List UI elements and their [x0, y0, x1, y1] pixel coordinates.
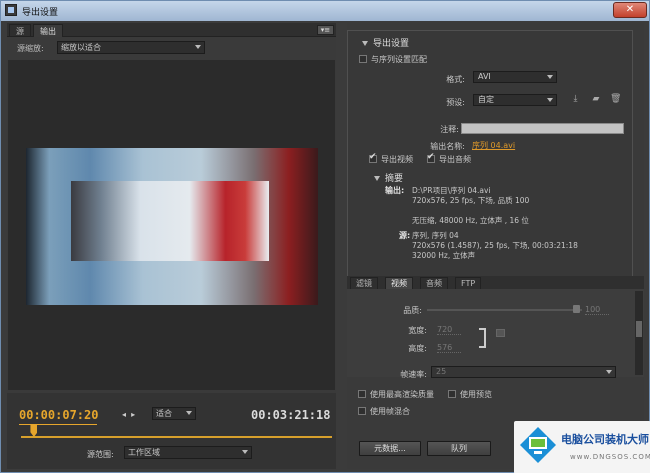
source-range-label: 源范围:	[87, 450, 114, 459]
quality-slider[interactable]	[427, 309, 582, 311]
app-icon	[5, 4, 17, 16]
tab-video[interactable]: 视频	[385, 277, 413, 289]
output-name-label: 输出名称:	[430, 142, 465, 151]
tab-source[interactable]: 源	[9, 24, 31, 37]
current-timecode[interactable]: 00:00:07:20	[19, 408, 98, 422]
tab-output[interactable]: 输出	[33, 24, 63, 37]
delete-preset-icon[interactable]: 🗑	[610, 95, 621, 104]
tab-filters[interactable]: 滤镜	[350, 277, 378, 289]
chevron-down-icon	[606, 370, 612, 374]
export-video-label: 导出视频	[381, 155, 413, 164]
queue-button[interactable]: 队列	[427, 441, 491, 456]
tab-ftp[interactable]: FTP	[455, 277, 482, 289]
video-settings-panel: 品质: 100 宽度: 720 高度: 576 帧速率: 25	[347, 289, 644, 379]
export-settings-box: 导出设置 与序列设置匹配 格式: AVI 预设: 自定 ⤓ ▰ 🗑 注释: 输出…	[347, 30, 633, 290]
preset-dropdown[interactable]: 自定	[473, 94, 557, 106]
comment-label: 注释:	[440, 125, 459, 134]
frame-blend-checkbox[interactable]	[358, 407, 366, 415]
chevron-down-icon	[547, 98, 553, 102]
use-preview-checkbox[interactable]	[448, 390, 456, 398]
summary-source-key: 源:	[399, 231, 411, 240]
left-tab-bar: 源 输出 ▾≡	[7, 23, 336, 37]
timeline-track[interactable]	[21, 436, 332, 438]
export-video-checkbox[interactable]	[369, 152, 377, 163]
source-scale-label: 源缩放:	[17, 44, 44, 53]
summary-title: 摘要	[385, 174, 404, 184]
metadata-button[interactable]: 元数据...	[359, 441, 421, 456]
format-value: AVI	[478, 72, 491, 81]
format-label: 格式:	[446, 75, 465, 84]
settings-scrollbar[interactable]	[635, 291, 643, 375]
in-out-markers[interactable]: ◂ ▸	[122, 410, 135, 419]
summary-header[interactable]: 摘要	[374, 171, 403, 184]
max-render-label: 使用最高渲染质量	[370, 390, 434, 399]
video-preview-area	[8, 60, 335, 390]
frame-blend-label: 使用帧混合	[370, 407, 410, 416]
summary-output-line: 720x576, 25 fps, 下场, 品质 100	[412, 196, 530, 205]
collapse-triangle-icon	[374, 176, 380, 181]
panel-menu-icon[interactable]: ▾≡	[317, 25, 334, 35]
width-value[interactable]: 720	[437, 325, 461, 335]
zoom-fit-dropdown[interactable]: 适合	[152, 407, 196, 420]
framerate-dropdown[interactable]: 25	[431, 366, 616, 378]
preset-value: 自定	[478, 95, 494, 104]
source-scale-dropdown[interactable]: 缩放以适合	[57, 41, 205, 54]
video-frame	[26, 148, 318, 305]
watermark: 电脑公司装机大师 www.DNGSOS.COM	[514, 421, 650, 473]
settings-panel: 导出设置 与序列设置匹配 格式: AVI 预设: 自定 ⤓ ▰ 🗑 注释: 输出…	[347, 23, 644, 469]
width-label: 宽度:	[408, 326, 427, 335]
link-bracket	[479, 328, 486, 348]
export-settings-title: 导出设置	[373, 39, 410, 49]
zoom-fit-value: 适合	[156, 409, 172, 418]
duration-timecode: 00:03:21:18	[251, 408, 331, 422]
close-button[interactable]: ✕	[613, 2, 647, 18]
export-audio-checkbox[interactable]	[427, 152, 435, 163]
chevron-down-icon	[195, 45, 201, 49]
source-range-dropdown[interactable]: 工作区域	[124, 446, 252, 459]
chevron-down-icon	[242, 450, 248, 454]
video-image	[71, 181, 269, 261]
export-audio-label: 导出音频	[439, 155, 471, 164]
output-name-link[interactable]: 序列 04.avi	[472, 140, 515, 151]
export-settings-header[interactable]: 导出设置	[362, 36, 409, 49]
summary-source-line: 32000 Hz, 立体声	[412, 251, 476, 260]
framerate-label: 帧速率:	[400, 370, 427, 379]
framerate-value: 25	[436, 367, 447, 376]
title-bar: 导出设置 ✕	[1, 1, 649, 21]
quality-slider-handle[interactable]	[573, 305, 580, 313]
collapse-triangle-icon	[362, 41, 368, 46]
window-title: 导出设置	[22, 8, 59, 18]
settings-tab-bar: 滤镜 视频 音频 FTP	[347, 276, 644, 289]
watermark-text: 电脑公司装机大师	[561, 433, 649, 446]
watermark-logo	[520, 427, 556, 463]
watermark-url: www.DNGSOS.COM	[570, 453, 650, 461]
match-sequence-checkbox[interactable]	[359, 55, 367, 63]
chevron-down-icon	[547, 75, 553, 79]
comment-field[interactable]	[461, 123, 624, 134]
use-preview-label: 使用预览	[460, 390, 492, 399]
match-sequence-label: 与序列设置匹配	[371, 55, 427, 64]
format-dropdown[interactable]: AVI	[473, 71, 557, 83]
preview-panel: 源 输出 ▾≡ 源缩放: 缩放以适合 00:00:07:20 ◂ ▸ 适合 00…	[7, 23, 336, 469]
height-label: 高度:	[408, 344, 427, 353]
import-preset-icon[interactable]: ▰	[589, 95, 603, 104]
tab-audio[interactable]: 音频	[420, 277, 448, 289]
export-settings-window: 导出设置 ✕ 源 输出 ▾≡ 源缩放: 缩放以适合 00:00:07:20 ◂ …	[0, 0, 650, 473]
timecode-underline	[19, 424, 97, 425]
summary-output-key: 输出:	[385, 186, 405, 195]
chevron-down-icon	[186, 411, 192, 415]
preset-label: 预设:	[446, 98, 465, 107]
quality-label: 品质:	[403, 306, 422, 315]
height-value[interactable]: 576	[437, 343, 461, 353]
save-preset-icon[interactable]: ⤓	[570, 95, 581, 104]
source-scale-value: 缩放以适合	[61, 43, 101, 52]
quality-value[interactable]: 100	[585, 305, 609, 315]
source-range-value: 工作区域	[128, 448, 160, 457]
max-render-checkbox[interactable]	[358, 390, 366, 398]
timeline-area: 00:00:07:20 ◂ ▸ 适合 00:03:21:18 源范围: 工作区域	[7, 393, 336, 469]
scrollbar-thumb[interactable]	[636, 321, 642, 337]
summary-output-line: 无压缩, 48000 Hz, 立体声 , 16 位	[412, 216, 529, 225]
chain-link-icon[interactable]	[496, 329, 505, 337]
